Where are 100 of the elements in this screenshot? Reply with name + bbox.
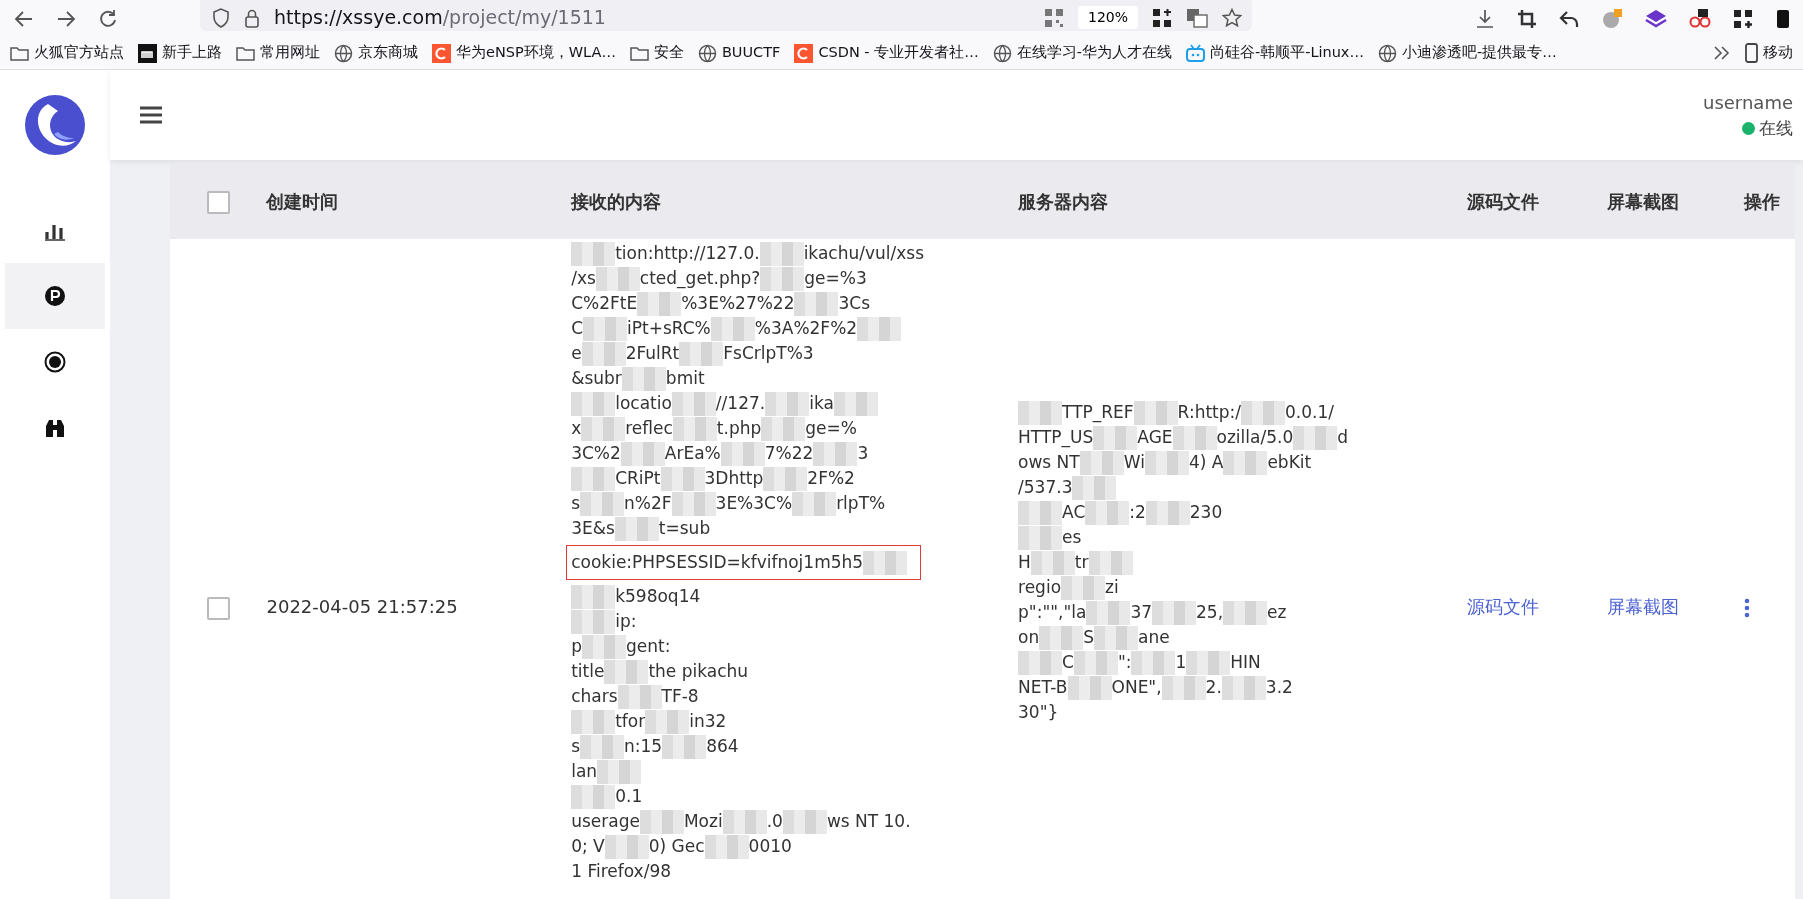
content-text: userage bbox=[571, 810, 640, 833]
bookmark[interactable]: 华为eNSP环境，WLA… bbox=[432, 42, 616, 64]
extension-icon[interactable] bbox=[1689, 7, 1711, 30]
mosaic-patch bbox=[671, 491, 716, 516]
content-text: .0 bbox=[766, 810, 783, 833]
content-text: C bbox=[1062, 651, 1074, 674]
content-text: ONE", bbox=[1111, 676, 1162, 699]
content-text: %3A%2F%2 bbox=[754, 317, 858, 340]
mosaic-patch bbox=[792, 491, 837, 516]
bookmark[interactable]: 安全 bbox=[629, 42, 684, 64]
menu-icon[interactable] bbox=[1775, 8, 1789, 29]
content-text: ip: bbox=[615, 610, 637, 633]
mosaic-patch bbox=[639, 809, 684, 834]
sidebar-item[interactable] bbox=[5, 263, 105, 329]
bookmark[interactable]: 新手上路 bbox=[138, 42, 222, 64]
globe-icon bbox=[1377, 43, 1397, 63]
content-text: title bbox=[571, 660, 605, 683]
mosaic-patch bbox=[1079, 450, 1124, 475]
content-text: 0; V bbox=[571, 835, 605, 858]
bookmark[interactable]: 移动 bbox=[1745, 42, 1793, 64]
select-all-checkbox[interactable] bbox=[206, 191, 230, 214]
mosaic-patch bbox=[679, 341, 724, 366]
content-text: ws NT 10. bbox=[826, 810, 911, 833]
content-text: 3.2 bbox=[1265, 676, 1293, 699]
reload-icon[interactable] bbox=[98, 8, 118, 29]
mosaic-patch bbox=[1186, 650, 1231, 675]
column-header: 操作 bbox=[1744, 190, 1781, 212]
mosaic-patch bbox=[1073, 650, 1118, 675]
bookmark[interactable]: 京东商城 bbox=[334, 42, 418, 64]
mosaic-patch bbox=[620, 441, 665, 466]
apps-icon[interactable] bbox=[1152, 7, 1172, 28]
screenshot-link[interactable]: 屏幕截图 bbox=[1607, 596, 1680, 617]
download-icon[interactable] bbox=[1475, 8, 1495, 29]
globe-icon bbox=[334, 43, 353, 63]
content-text: locatio bbox=[615, 392, 672, 415]
mosaic-patch bbox=[704, 834, 749, 859]
crop-icon[interactable] bbox=[1517, 8, 1537, 29]
content-text: ozilla/5.0 bbox=[1216, 426, 1294, 449]
content-text: k598oq14 bbox=[615, 585, 701, 608]
content-text: 25, bbox=[1196, 601, 1224, 624]
content-text: lan bbox=[571, 760, 598, 783]
extension-icon[interactable] bbox=[1645, 7, 1667, 30]
bookmark[interactable]: 在线学习-华为人才在线 bbox=[992, 42, 1172, 64]
content-text: bmit bbox=[665, 367, 705, 390]
translate-icon[interactable] bbox=[1186, 7, 1208, 28]
more-options-icon[interactable] bbox=[1744, 598, 1751, 618]
phone-icon bbox=[1745, 43, 1758, 63]
menu-icon[interactable] bbox=[140, 106, 162, 124]
star-icon[interactable] bbox=[1222, 7, 1242, 28]
zoom-level-button[interactable]: 120% bbox=[1077, 6, 1138, 29]
content-text: on bbox=[1018, 626, 1040, 649]
mosaic-patch bbox=[672, 416, 717, 441]
tv-icon bbox=[1185, 43, 1205, 63]
content-text: 0.0.1/ bbox=[1285, 401, 1334, 424]
bookmark[interactable]: 常用网址 bbox=[236, 42, 320, 64]
content-text: in32 bbox=[689, 710, 727, 733]
mosaic-patch bbox=[765, 391, 810, 416]
source-file-link[interactable]: 源码文件 bbox=[1466, 596, 1539, 617]
lock-icon[interactable] bbox=[244, 7, 260, 28]
bookmark[interactable]: BUUCTF bbox=[697, 42, 781, 64]
content-text: ows NT bbox=[1018, 451, 1080, 474]
content-text: :2 bbox=[1129, 501, 1146, 524]
content-text: AC bbox=[1062, 501, 1086, 524]
content-text: ": bbox=[1117, 651, 1132, 674]
p-circle-icon bbox=[44, 285, 66, 307]
undo-icon[interactable] bbox=[1559, 8, 1579, 29]
bookmark[interactable]: 火狐官方站点 bbox=[10, 42, 124, 64]
content-text: s bbox=[571, 735, 581, 758]
mosaic-patch bbox=[1061, 575, 1106, 600]
url-text: https://xssye.com/project/my/1511 bbox=[274, 5, 606, 31]
shield-icon[interactable] bbox=[212, 7, 230, 28]
bookmark[interactable]: CSDN - 专业开发者社… bbox=[794, 42, 979, 64]
content-text: &subr bbox=[571, 367, 622, 390]
content-text: 3E%3C% bbox=[715, 492, 793, 515]
logo-icon[interactable] bbox=[24, 94, 86, 156]
bookmark[interactable]: 小迪渗透吧-提供最专… bbox=[1377, 42, 1557, 64]
content-text: AGE bbox=[1137, 426, 1173, 449]
content-text: 0.1 bbox=[615, 785, 643, 808]
content-text: 864 bbox=[706, 735, 739, 758]
content-text: 0) Gec bbox=[648, 835, 705, 858]
extensions-icon[interactable] bbox=[1733, 8, 1753, 29]
bookmark[interactable]: 尚硅谷-韩顺平-Linux… bbox=[1185, 42, 1364, 64]
mosaic-patch bbox=[671, 391, 716, 416]
address-bar[interactable]: https://xssye.com/project/my/1511 120% bbox=[200, 0, 1252, 31]
forward-icon[interactable] bbox=[56, 8, 76, 29]
m-logo-icon bbox=[138, 43, 157, 63]
content-text: HIN bbox=[1230, 651, 1261, 674]
content-text: 37 bbox=[1130, 601, 1153, 624]
content-text: 1 Firefox/98 bbox=[571, 860, 671, 883]
content-text: ikachu/vul/xss bbox=[803, 242, 924, 265]
content-text: chars bbox=[571, 685, 618, 708]
back-icon[interactable] bbox=[14, 8, 34, 29]
row-checkbox[interactable] bbox=[206, 596, 230, 620]
column-header: 源码文件 bbox=[1466, 190, 1539, 212]
content-text: d bbox=[1337, 426, 1349, 449]
chevron-icon[interactable] bbox=[1713, 45, 1731, 61]
content-text: n%2F bbox=[624, 492, 672, 515]
content-text: tr bbox=[1074, 551, 1089, 574]
target-icon bbox=[44, 351, 66, 373]
qr-code-icon[interactable] bbox=[1043, 7, 1064, 28]
